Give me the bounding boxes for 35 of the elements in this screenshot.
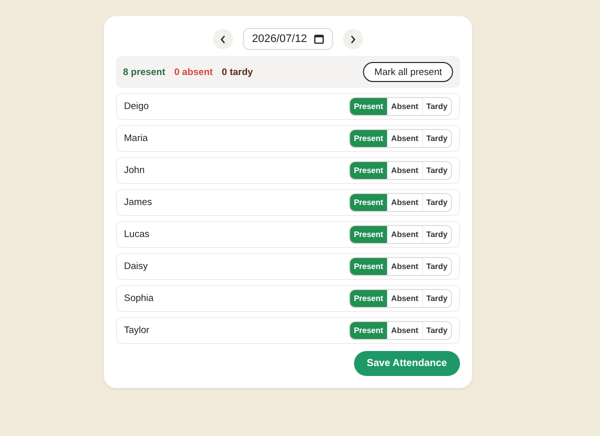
status-option[interactable]: Tardy — [422, 290, 451, 307]
calendar-icon — [314, 34, 324, 44]
student-name: Daisy — [124, 261, 148, 272]
tardy-count: 0 tardy — [222, 66, 253, 78]
status-option[interactable]: Tardy — [422, 162, 451, 179]
next-day-button[interactable] — [343, 29, 363, 49]
status-option[interactable]: Tardy — [422, 98, 451, 115]
student-name: Taylor — [124, 325, 150, 336]
student-name: Lucas — [124, 229, 150, 240]
status-option[interactable]: Tardy — [422, 258, 451, 275]
absent-count: 0 absent — [174, 66, 213, 78]
present-count: 8 present — [123, 66, 166, 78]
status-option[interactable]: Present — [350, 226, 387, 243]
status-option[interactable]: Present — [350, 290, 387, 307]
student-name: Maria — [124, 133, 148, 144]
status-option[interactable]: Present — [350, 322, 387, 339]
status-option[interactable]: Present — [350, 194, 387, 211]
status-option[interactable]: Tardy — [422, 226, 451, 243]
student-name: Deigo — [124, 101, 149, 112]
chevron-left-icon — [220, 34, 226, 44]
save-attendance-button[interactable]: Save Attendance — [354, 351, 460, 376]
chevron-right-icon — [350, 34, 356, 44]
status-option[interactable]: Present — [350, 258, 387, 275]
student-name: Sophia — [124, 293, 154, 304]
status-option[interactable]: Present — [350, 130, 387, 147]
mark-all-present-button[interactable]: Mark all present — [363, 62, 453, 82]
status-option[interactable]: Tardy — [422, 322, 451, 339]
status-option[interactable]: Tardy — [422, 130, 451, 147]
status-option[interactable]: Tardy — [422, 194, 451, 211]
student-name: John — [124, 165, 145, 176]
date-field[interactable]: 2026/07/12 — [243, 28, 333, 50]
status-option[interactable]: Present — [350, 162, 387, 179]
status-option[interactable]: Present — [350, 98, 387, 115]
previous-day-button[interactable] — [213, 29, 233, 49]
student-name: James — [124, 197, 152, 208]
